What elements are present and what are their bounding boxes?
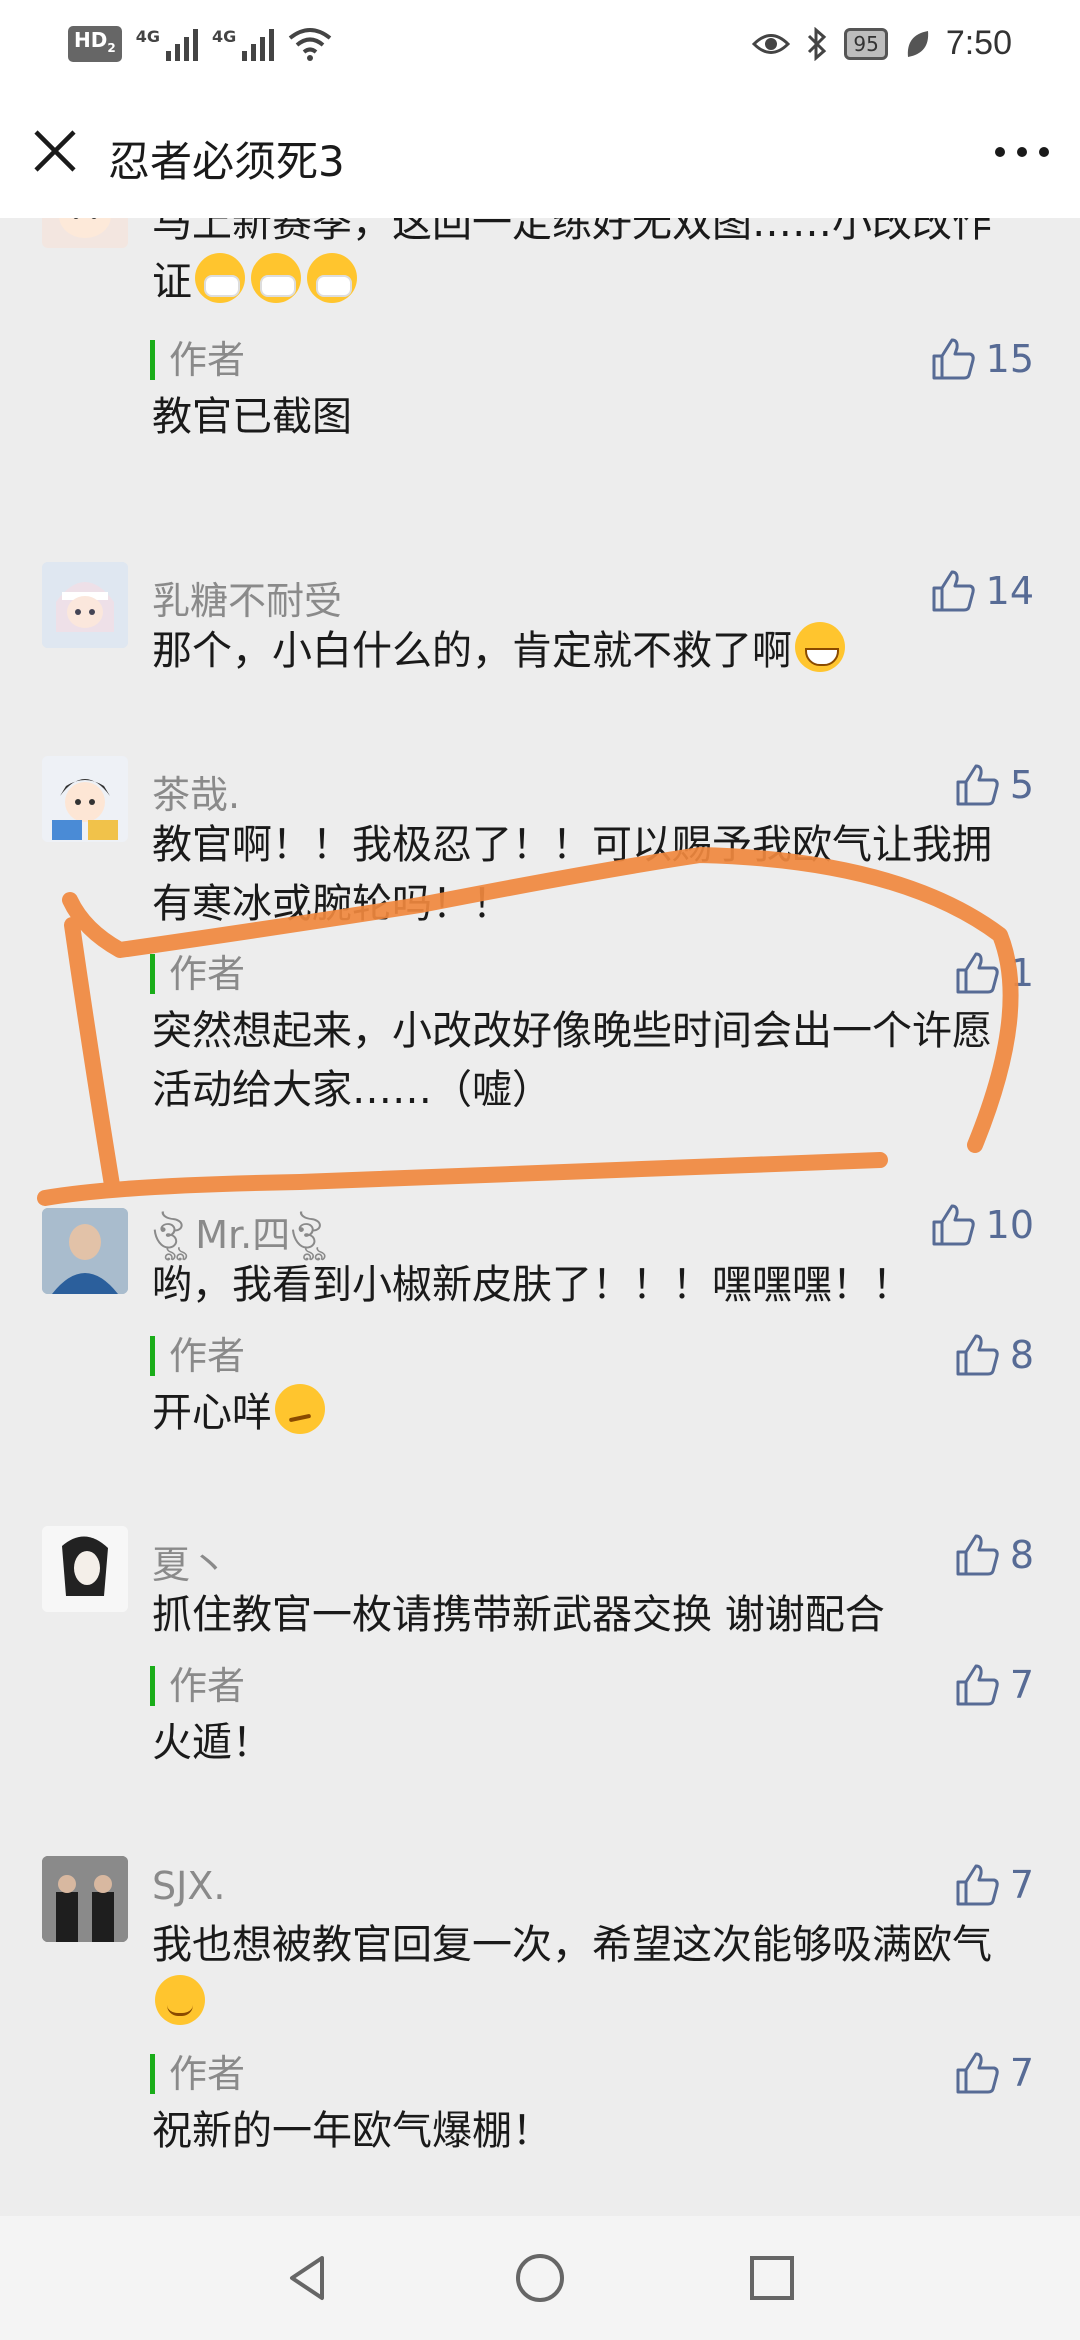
avatar[interactable] bbox=[42, 1208, 128, 1294]
avatar[interactable] bbox=[42, 218, 128, 248]
avatar[interactable] bbox=[42, 1856, 128, 1942]
reply-text: 开心咩 bbox=[152, 1384, 1022, 1443]
like-button[interactable]: 10 bbox=[930, 1202, 1034, 1248]
signal-icon: 4G bbox=[212, 27, 275, 61]
like-button[interactable]: 8 bbox=[954, 1332, 1034, 1378]
grin-emoji-icon bbox=[795, 622, 845, 672]
like-button[interactable]: 1 bbox=[954, 950, 1034, 996]
comment-text: 哟，我看到小椒新皮肤了！！！嘿嘿嘿！！ bbox=[152, 1262, 912, 1308]
comment-text: 抓住教官一枚请携带新武器交换 谢谢配合 bbox=[152, 1592, 885, 1638]
like-count: 15 bbox=[985, 337, 1034, 381]
comment-text: 我也想被教官回复一次，希望这次能够吸满欧气 bbox=[152, 1916, 1022, 2034]
avatar[interactable] bbox=[42, 562, 128, 648]
like-count: 14 bbox=[985, 569, 1034, 613]
reply-text: 教官已截图 bbox=[152, 394, 352, 440]
commenter-name[interactable]: 夏丶 bbox=[152, 1534, 228, 1589]
thumbs-up-icon bbox=[956, 2052, 999, 2094]
like-button[interactable]: 5 bbox=[954, 762, 1034, 808]
reply-text: 火遁！ bbox=[152, 1720, 272, 1766]
mask-emoji-icon bbox=[307, 253, 357, 303]
thumbs-up-icon bbox=[956, 764, 999, 806]
commenter-name[interactable]: SJX. bbox=[152, 1864, 225, 1908]
signal-icon: 4G bbox=[136, 27, 198, 61]
top-bar: 忍者必须死3 bbox=[0, 92, 1080, 218]
like-button[interactable]: 15 bbox=[930, 336, 1034, 382]
like-button[interactable]: 7 bbox=[954, 2050, 1034, 2096]
like-button[interactable]: 7 bbox=[954, 1662, 1034, 1708]
home-icon[interactable] bbox=[508, 2246, 572, 2310]
author-reply-tag: 作者 bbox=[150, 954, 245, 994]
like-button[interactable]: 7 bbox=[954, 1862, 1034, 1908]
like-count: 8 bbox=[1009, 1333, 1034, 1377]
thumbs-up-icon bbox=[956, 1334, 999, 1376]
like-count: 7 bbox=[1009, 1863, 1034, 1907]
commenter-name[interactable]: 乳糖不耐受 bbox=[152, 570, 342, 625]
author-reply-tag: 作者 bbox=[150, 1666, 245, 1706]
thumbs-up-icon bbox=[932, 338, 975, 380]
reply-text: 祝新的一年欧气爆棚！ bbox=[152, 2108, 552, 2154]
clock: 7:50 bbox=[945, 24, 1012, 62]
comment-text: 那个，小白什么的，肯定就不救了啊 bbox=[152, 622, 1022, 681]
mask-emoji-icon bbox=[251, 253, 301, 303]
avatar[interactable] bbox=[42, 1526, 128, 1612]
like-count: 7 bbox=[1009, 1663, 1034, 1707]
thumbs-up-icon bbox=[956, 1664, 999, 1706]
leaf-icon bbox=[907, 30, 928, 57]
more-icon[interactable] bbox=[990, 132, 1054, 172]
thumbs-up-icon bbox=[956, 952, 999, 994]
commenter-name[interactable]: 茶哉. bbox=[152, 764, 240, 819]
avatar[interactable] bbox=[42, 756, 128, 842]
author-reply-tag: 作者 bbox=[150, 2054, 245, 2094]
comment-text: 教官啊！！我极忍了！！可以赐予我欧气让我拥有寒冰或腕轮吗！！ bbox=[152, 822, 992, 927]
thumbs-up-icon bbox=[956, 1864, 999, 1906]
author-reply-tag: 作者 bbox=[150, 340, 245, 380]
like-count: 10 bbox=[985, 1203, 1034, 1247]
mask-emoji-icon bbox=[195, 253, 245, 303]
thumbs-up-icon bbox=[956, 1534, 999, 1576]
page-title: 忍者必须死3 bbox=[108, 137, 345, 186]
like-button[interactable]: 14 bbox=[930, 568, 1034, 614]
blush-emoji-icon bbox=[155, 1975, 205, 2025]
thumbs-up-icon bbox=[932, 570, 975, 612]
wifi-icon bbox=[288, 28, 332, 61]
thumbs-up-icon bbox=[932, 1204, 975, 1246]
comment-list[interactable]: 马上新赛季，这回一定练好无双图……小改改作证 作者 15 教官已截图 乳糖不耐受… bbox=[0, 218, 1080, 2216]
battery-indicator: 95 bbox=[844, 27, 888, 60]
comment-text: 马上新赛季，这回一定练好无双图……小改改作证 bbox=[152, 218, 992, 305]
system-nav-bar bbox=[0, 2216, 1080, 2340]
recents-icon[interactable] bbox=[740, 2246, 804, 2310]
reply-text: 突然想起来，小改改好像晚些时间会出一个许愿活动给大家……（嘘） bbox=[152, 1008, 992, 1113]
hd-badge: HD2 bbox=[68, 26, 122, 62]
like-count: 7 bbox=[1009, 2051, 1034, 2095]
close-icon[interactable] bbox=[28, 124, 82, 178]
smirk-emoji-icon bbox=[275, 1384, 325, 1434]
like-count: 1 bbox=[1009, 951, 1034, 995]
eye-icon bbox=[752, 33, 791, 54]
status-bar: HD2 4G 4G 95 7:50 bbox=[0, 0, 1080, 92]
author-reply-tag: 作者 bbox=[150, 1336, 245, 1376]
like-button[interactable]: 8 bbox=[954, 1532, 1034, 1578]
back-icon[interactable] bbox=[276, 2246, 340, 2310]
like-count: 5 bbox=[1009, 763, 1034, 807]
like-count: 8 bbox=[1009, 1533, 1034, 1577]
bluetooth-icon bbox=[808, 26, 827, 61]
